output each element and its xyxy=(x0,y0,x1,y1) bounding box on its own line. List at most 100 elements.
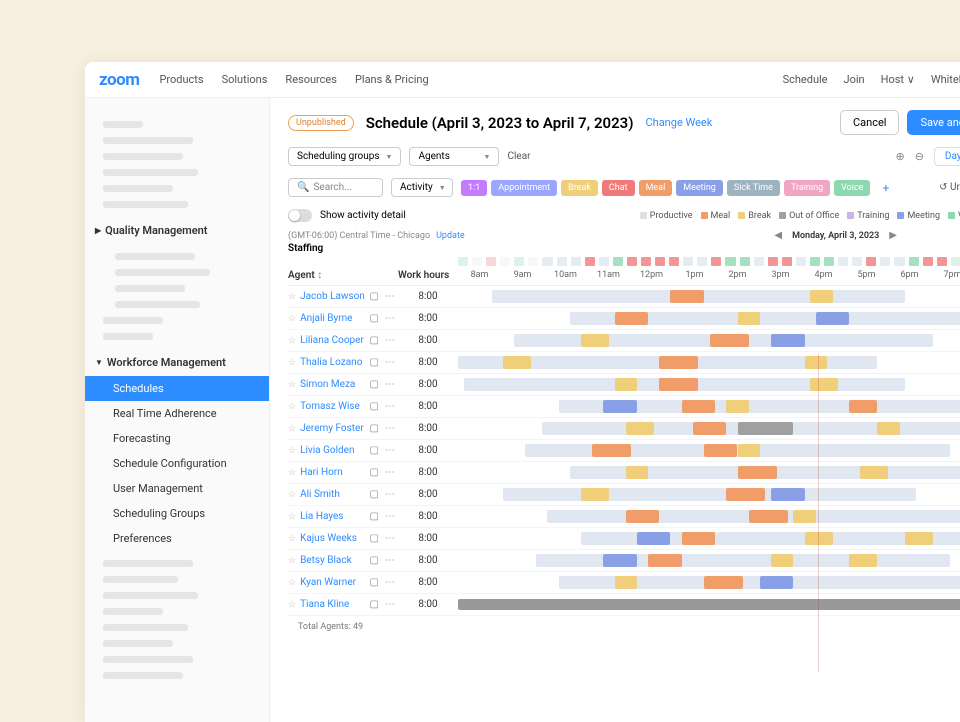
nav-schedule[interactable]: Schedule xyxy=(783,73,828,86)
comment-icon[interactable]: ▢ xyxy=(370,511,379,522)
horizontal-scrollbar[interactable] xyxy=(458,599,960,610)
prev-day-button[interactable]: ◀ xyxy=(774,230,782,241)
chip-meeting[interactable]: Meeting xyxy=(676,180,723,196)
sidebar-item-forecasting[interactable]: Forecasting xyxy=(85,426,269,451)
shift-bar[interactable] xyxy=(503,488,917,501)
star-icon[interactable]: ☆ xyxy=(288,490,296,500)
zoom-in-icon[interactable]: ⊕ xyxy=(895,150,904,163)
schedule-lane[interactable] xyxy=(458,510,960,524)
activity-block[interactable] xyxy=(581,488,609,501)
activity-block[interactable] xyxy=(659,378,698,391)
star-icon[interactable]: ☆ xyxy=(288,534,296,544)
schedule-lane[interactable] xyxy=(458,422,960,436)
schedule-lane[interactable] xyxy=(458,400,960,414)
agent-name-link[interactable]: Hari Horn xyxy=(300,467,366,478)
activity-block[interactable] xyxy=(682,400,716,413)
activity-block[interactable] xyxy=(771,334,805,347)
agents-select[interactable]: Agents▼ xyxy=(409,147,499,166)
more-icon[interactable]: ⋯ xyxy=(385,533,395,544)
activity-block[interactable] xyxy=(626,466,648,479)
activity-block[interactable] xyxy=(726,400,748,413)
cancel-button[interactable]: Cancel xyxy=(840,110,899,135)
day-view-toggle[interactable]: Day xyxy=(935,148,960,165)
clear-filters[interactable]: Clear xyxy=(507,151,530,162)
more-icon[interactable]: ⋯ xyxy=(385,291,395,302)
star-icon[interactable]: ☆ xyxy=(288,314,296,324)
more-icon[interactable]: ⋯ xyxy=(385,313,395,324)
comment-icon[interactable]: ▢ xyxy=(370,489,379,500)
star-icon[interactable]: ☆ xyxy=(288,600,296,610)
schedule-lane[interactable] xyxy=(458,598,960,612)
agent-name-link[interactable]: Liliana Cooper xyxy=(300,335,366,346)
comment-icon[interactable]: ▢ xyxy=(370,467,379,478)
activity-block[interactable] xyxy=(682,532,716,545)
activity-block[interactable] xyxy=(704,576,743,589)
star-icon[interactable]: ☆ xyxy=(288,424,296,434)
chip-[interactable]: 1:1 xyxy=(461,180,487,196)
nav-join[interactable]: Join xyxy=(844,73,865,86)
schedule-lane[interactable] xyxy=(458,576,960,590)
agent-name-link[interactable]: Simon Meza xyxy=(300,379,366,390)
agent-name-link[interactable]: Thalia Lozano xyxy=(300,357,366,368)
activity-block[interactable] xyxy=(670,290,704,303)
change-week-link[interactable]: Change Week xyxy=(645,116,712,129)
activity-block[interactable] xyxy=(626,422,654,435)
nav-resources[interactable]: Resources xyxy=(285,73,337,86)
comment-icon[interactable]: ▢ xyxy=(370,291,379,302)
chip-break[interactable]: Break xyxy=(561,180,598,196)
activity-block[interactable] xyxy=(771,554,793,567)
activity-block[interactable] xyxy=(816,312,850,325)
activity-block[interactable] xyxy=(877,422,899,435)
schedule-lane[interactable] xyxy=(458,378,960,392)
activity-block[interactable] xyxy=(760,576,794,589)
agent-name-link[interactable]: Anjali Byrne xyxy=(300,313,366,324)
schedule-lane[interactable] xyxy=(458,334,960,348)
activity-block[interactable] xyxy=(771,488,805,501)
comment-icon[interactable]: ▢ xyxy=(370,401,379,412)
nav-whiteboard[interactable]: Whiteboard xyxy=(931,73,960,86)
agent-name-link[interactable]: Betsy Black xyxy=(300,555,366,566)
next-day-button[interactable]: ▶ xyxy=(889,230,897,241)
agent-name-link[interactable]: Kajus Weeks xyxy=(300,533,366,544)
activity-block[interactable] xyxy=(626,510,660,523)
star-icon[interactable]: ☆ xyxy=(288,578,296,588)
comment-icon[interactable]: ▢ xyxy=(370,599,379,610)
more-icon[interactable]: ⋯ xyxy=(385,445,395,456)
activity-block[interactable] xyxy=(615,312,649,325)
activity-block[interactable] xyxy=(704,444,738,457)
activity-block[interactable] xyxy=(637,532,671,545)
more-icon[interactable]: ⋯ xyxy=(385,357,395,368)
timezone-update-link[interactable]: Update xyxy=(436,231,465,241)
save-publish-button[interactable]: Save and Publish xyxy=(907,110,960,135)
schedule-lane[interactable] xyxy=(458,444,960,458)
activity-block[interactable] xyxy=(738,312,760,325)
schedule-lane[interactable] xyxy=(458,466,960,480)
comment-icon[interactable]: ▢ xyxy=(370,335,379,346)
schedule-lane[interactable] xyxy=(458,554,960,568)
activity-block[interactable] xyxy=(810,378,838,391)
schedule-lane[interactable] xyxy=(458,290,960,304)
activity-block[interactable] xyxy=(793,510,815,523)
star-icon[interactable]: ☆ xyxy=(288,336,296,346)
chip-chat[interactable]: Chat xyxy=(602,180,635,196)
star-icon[interactable]: ☆ xyxy=(288,512,296,522)
activity-select[interactable]: Activity▼ xyxy=(391,178,453,197)
more-icon[interactable]: ⋯ xyxy=(385,379,395,390)
comment-icon[interactable]: ▢ xyxy=(370,533,379,544)
activity-block[interactable] xyxy=(615,378,637,391)
comment-icon[interactable]: ▢ xyxy=(370,577,379,588)
agent-name-link[interactable]: Tiana Kline xyxy=(300,599,366,610)
chip-voice[interactable]: Voice xyxy=(834,180,870,196)
activity-block[interactable] xyxy=(693,422,727,435)
add-activity-button[interactable]: + xyxy=(878,181,893,195)
activity-block[interactable] xyxy=(503,356,531,369)
sidebar-item-preferences[interactable]: Preferences xyxy=(85,526,269,551)
comment-icon[interactable]: ▢ xyxy=(370,555,379,566)
shift-bar[interactable] xyxy=(536,554,950,567)
activity-block[interactable] xyxy=(805,356,827,369)
section-quality-management[interactable]: ▶Quality Management xyxy=(85,217,269,244)
more-icon[interactable]: ⋯ xyxy=(385,577,395,588)
more-icon[interactable]: ⋯ xyxy=(385,511,395,522)
chip-sicktime[interactable]: Sick Time xyxy=(727,180,780,196)
agent-name-link[interactable]: Tomasz Wise xyxy=(300,401,366,412)
